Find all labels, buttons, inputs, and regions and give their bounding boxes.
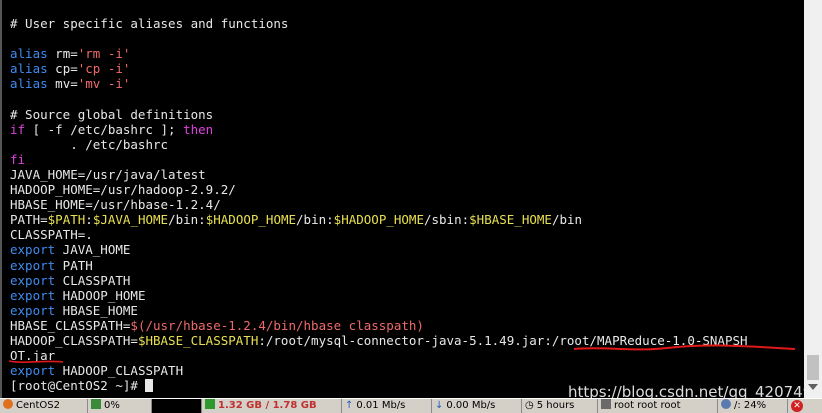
terminal-token: HBASE_HOME [55, 302, 138, 318]
terminal-token: $HBASE_HOME [469, 212, 552, 228]
terminal-line: HBASE_CLASSPATH=$(/usr/hbase-1.2.4/bin/h… [10, 318, 748, 333]
terminal-token: HADOOP_HOME=/usr/hadoop-2.9.2/ [10, 182, 236, 198]
terminal-line: fi [10, 152, 748, 167]
host-icon [3, 399, 13, 409]
terminal-token: JAVA_HOME=/usr/java/latest [10, 166, 206, 182]
user-icon [601, 399, 611, 409]
terminal-token: export [10, 302, 56, 318]
terminal-token: export [10, 242, 56, 258]
terminal-token: $HADOOP_HOME [333, 212, 424, 228]
terminal-token: export [10, 257, 56, 273]
terminal-token: cp= [47, 61, 78, 77]
terminal-line: JAVA_HOME=/usr/java/latest [10, 167, 748, 182]
terminal-line: HBASE_HOME=/usr/hbase-1.2.4/ [10, 197, 748, 212]
terminal-token: /bin: [168, 212, 206, 228]
scroll-down-arrow-icon[interactable] [808, 384, 818, 390]
terminal-token: mv= [47, 76, 78, 92]
terminal-token: HADOOP_CLASSPATH [55, 363, 184, 379]
terminal-line: # User specific aliases and functions [10, 16, 748, 31]
terminal-token: alias [10, 46, 48, 62]
terminal-line: export HADOOP_HOME [10, 288, 748, 303]
terminal-token: CLASSPATH=. [10, 227, 93, 243]
terminal-token: alias [10, 76, 48, 92]
terminal-token: $JAVA_HOME [92, 212, 169, 228]
terminal-line: export PATH [10, 258, 748, 273]
status-host[interactable]: CentOS2 [0, 399, 88, 413]
terminal-token: $HBASE_CLASSPATH [137, 332, 259, 348]
terminal-line: export JAVA_HOME [10, 242, 748, 257]
status-disk: /: 24% [718, 399, 788, 413]
terminal-token: /bin: [296, 212, 334, 228]
cpu-icon [91, 399, 101, 409]
terminal-line: export HBASE_HOME [10, 303, 748, 318]
memory-icon [205, 399, 215, 409]
terminal-token: HADOOP_HOME [55, 287, 146, 303]
terminal-token: # User specific aliases and functions [10, 16, 289, 31]
terminal-token: HBASE_HOME=/usr/hbase-1.2.4/ [10, 197, 221, 213]
terminal-token: export [10, 287, 56, 303]
terminal-token: PATH [55, 257, 93, 273]
close-icon: ✕ [791, 400, 803, 412]
status-close[interactable]: ✕ [788, 399, 822, 413]
status-memory: 1.32 GB / 1.78 GB [202, 399, 342, 413]
terminal-token: export [10, 272, 56, 288]
terminal-line: # Source global definitions [10, 107, 748, 122]
status-cpu-graph [152, 399, 202, 413]
terminal-token: $HADOOP_HOME [205, 212, 297, 228]
vertical-scrollbar[interactable] [804, 0, 822, 398]
terminal-token: HADOOP_CLASSPATH= [10, 332, 138, 348]
terminal-token: fi [10, 151, 26, 167]
terminal-line: if [ -f /etc/bashrc ]; then [10, 122, 748, 137]
status-upload: ↑ 0.01 Mb/s [342, 399, 432, 413]
terminal-line: export CLASSPATH [10, 273, 748, 288]
terminal-token: 'rm -i' [77, 46, 131, 62]
terminal-token: 'cp -i' [77, 61, 131, 77]
terminal-cursor [145, 379, 154, 393]
terminal-line: CLASSPATH=. [10, 227, 748, 242]
status-cpu: 0% [88, 399, 152, 413]
status-user: root root root [598, 399, 718, 413]
status-bar: CentOS2 0% 1.32 GB / 1.78 GB ↑ 0.01 Mb/s … [0, 398, 822, 413]
terminal-token: [root@CentOS2 ~]# [10, 378, 146, 394]
terminal-token: # Source global definitions [10, 106, 214, 122]
red-annotation-underline [573, 344, 796, 351]
terminal-token: : [85, 212, 93, 228]
terminal-token: then [183, 121, 214, 137]
terminal-window[interactable]: # User specific aliases and functions al… [0, 0, 822, 401]
terminal-token: if [10, 121, 26, 137]
terminal-token: 'mv -i' [77, 76, 131, 92]
terminal-token: /sbin: [423, 212, 470, 228]
terminal-line: alias mv='mv -i' [10, 76, 748, 91]
terminal-line: alias rm='rm -i' [10, 46, 748, 61]
terminal-token: HBASE_CLASSPATH= [10, 317, 131, 333]
upload-arrow-icon: ↑ [345, 400, 354, 411]
terminal-line: PATH=$PATH:$JAVA_HOME/bin:$HADOOP_HOME/b… [10, 212, 748, 227]
terminal-line: alias cp='cp -i' [10, 61, 748, 76]
scrollbar-thumb[interactable] [807, 355, 819, 380]
terminal-token: [ -f /etc/bashrc ]; [25, 121, 184, 137]
terminal-token: $(/usr/hbase-1.2.4/bin/hbase classpath) [130, 317, 424, 333]
clock-icon: ◷ [525, 400, 534, 411]
terminal-line: . /etc/bashrc [10, 137, 748, 152]
status-download: ↓ 0.00 Mb/s [432, 399, 522, 413]
terminal-line: HADOOP_HOME=/usr/hadoop-2.9.2/ [10, 182, 748, 197]
terminal-output: # User specific aliases and functions al… [10, 16, 748, 393]
disk-icon [721, 399, 731, 409]
terminal-token: CLASSPATH [55, 272, 131, 288]
terminal-line: export HADOOP_CLASSPATH [10, 363, 748, 378]
terminal-token: $PATH [47, 212, 86, 228]
terminal-token: alias [10, 61, 48, 77]
terminal-token: /bin [551, 212, 583, 228]
terminal-token: . /etc/bashrc [10, 136, 169, 152]
download-arrow-icon: ↓ [435, 400, 444, 411]
terminal-token: PATH= [10, 212, 48, 228]
terminal-token: rm= [47, 46, 78, 62]
terminal-token: JAVA_HOME [55, 242, 131, 258]
status-uptime: ◷ 5 hours [522, 399, 598, 413]
red-annotation-underline-2 [8, 360, 64, 363]
